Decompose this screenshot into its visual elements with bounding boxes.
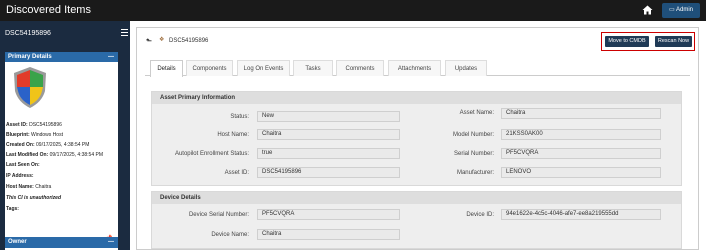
collapse-icon[interactable]: — — [108, 237, 114, 248]
ip-address-line: IP Address: — [6, 173, 34, 179]
tab-components[interactable]: Components — [186, 60, 233, 76]
status-field[interactable]: New — [257, 111, 400, 122]
last-seen-line: Last Seen On: — [6, 162, 40, 168]
admin-button[interactable]: ▭ Admin — [662, 3, 700, 18]
asset-id-field[interactable]: DSC54195896 — [257, 167, 400, 178]
action-buttons-group: Move to CMDB Rescan Now — [601, 32, 695, 51]
serial-number-field[interactable]: PF5CVQRA — [501, 148, 661, 159]
device-id-label: Device ID: — [466, 212, 494, 218]
asset-name-field[interactable]: Chaitra — [501, 108, 661, 119]
host-name-line: Host Name: Chaitra — [6, 184, 52, 190]
top-bar: Discovered Items ▭ Admin — [0, 0, 706, 21]
device-details-section: Device Details Device Serial Number: PF5… — [151, 191, 682, 249]
autopilot-label: Autopilot Enrollment Status: — [174, 151, 249, 157]
manufacturer-label: Manufacturer: — [456, 170, 494, 176]
asset-id-label: Asset ID: — [224, 170, 249, 176]
tab-bar: Details Components Log On Events Tasks C… — [145, 60, 690, 77]
main-panel: ⬑ ❖ DSC54195896 Move to CMDB Rescan Now … — [136, 27, 699, 250]
sidebar-title: DSC54195896 — [5, 30, 51, 37]
asset-icon: ❖ — [159, 37, 165, 43]
breadcrumb: DSC54195896 — [169, 38, 209, 44]
device-serial-field[interactable]: PF5CVQRA — [257, 209, 400, 220]
sidebar: DSC54195896 Primary Details — Asset ID: … — [0, 21, 130, 250]
home-icon[interactable] — [641, 5, 653, 16]
collapse-icon[interactable]: — — [108, 52, 114, 62]
tab-details[interactable]: Details — [150, 60, 183, 77]
hamburger-menu-icon[interactable] — [121, 29, 128, 36]
tab-tasks[interactable]: Tasks — [293, 60, 333, 76]
tab-updates[interactable]: Updates — [445, 60, 487, 76]
tab-comments[interactable]: Comments — [336, 60, 384, 76]
asset-primary-section: Asset Primary Information Status: New Ho… — [151, 91, 682, 186]
serial-number-label: Serial Number: — [453, 151, 494, 157]
section-title: Device Details — [152, 192, 681, 204]
device-serial-label: Device Serial Number: — [188, 212, 249, 218]
model-number-label: Model Number: — [452, 132, 494, 138]
app-title: Discovered Items — [6, 4, 91, 16]
monitor-icon: ▭ — [668, 7, 675, 13]
tab-log-on-events[interactable]: Log On Events — [237, 60, 290, 76]
autopilot-field[interactable]: true — [257, 148, 400, 159]
tags-line: Tags: — [6, 206, 19, 212]
asset-name-label: Asset Name: — [459, 110, 494, 116]
manufacturer-field[interactable]: LENOVO — [501, 167, 661, 178]
primary-details-title: Primary Details — [8, 54, 52, 60]
modified-on-line: Last Modified On: 09/17/2025, 4:38:54 PM — [6, 152, 103, 158]
model-number-field[interactable]: 21KSS0AK00 — [501, 129, 661, 140]
move-to-cmdb-button[interactable]: Move to CMDB — [605, 36, 649, 47]
device-name-field[interactable]: Chaitra — [257, 229, 400, 240]
unauthorized-note: This CI is unauthorized — [6, 195, 62, 201]
asset-id-line: Asset ID: DSC54195896 — [6, 122, 62, 128]
section-title: Asset Primary Information — [152, 92, 681, 104]
back-arrow-icon[interactable]: ⬑ — [146, 37, 152, 45]
owner-header[interactable]: Owner — — [5, 237, 118, 248]
rescan-now-button[interactable]: Rescan Now — [655, 36, 692, 47]
tab-attachments[interactable]: Attachments — [388, 60, 441, 76]
admin-label: Admin — [676, 7, 694, 13]
device-id-field[interactable]: 94e1622e-4c5c-4046-afe7-ee8a219555dd — [501, 209, 661, 220]
status-label: Status: — [230, 114, 249, 120]
host-name-label: Host Name: — [217, 132, 249, 138]
host-name-field[interactable]: Chaitra — [257, 129, 400, 140]
device-name-label: Device Name: — [211, 232, 249, 238]
created-on-line: Created On: 09/17/2025, 4:38:54 PM — [6, 142, 90, 148]
owner-title: Owner — [8, 239, 27, 245]
primary-details-card: Asset ID: DSC54195896 Blueprint: Windows… — [5, 62, 118, 250]
security-shield-icon — [14, 67, 46, 108]
blueprint-line: Blueprint: Windows Host — [6, 132, 63, 138]
primary-details-header[interactable]: Primary Details — — [5, 52, 118, 62]
